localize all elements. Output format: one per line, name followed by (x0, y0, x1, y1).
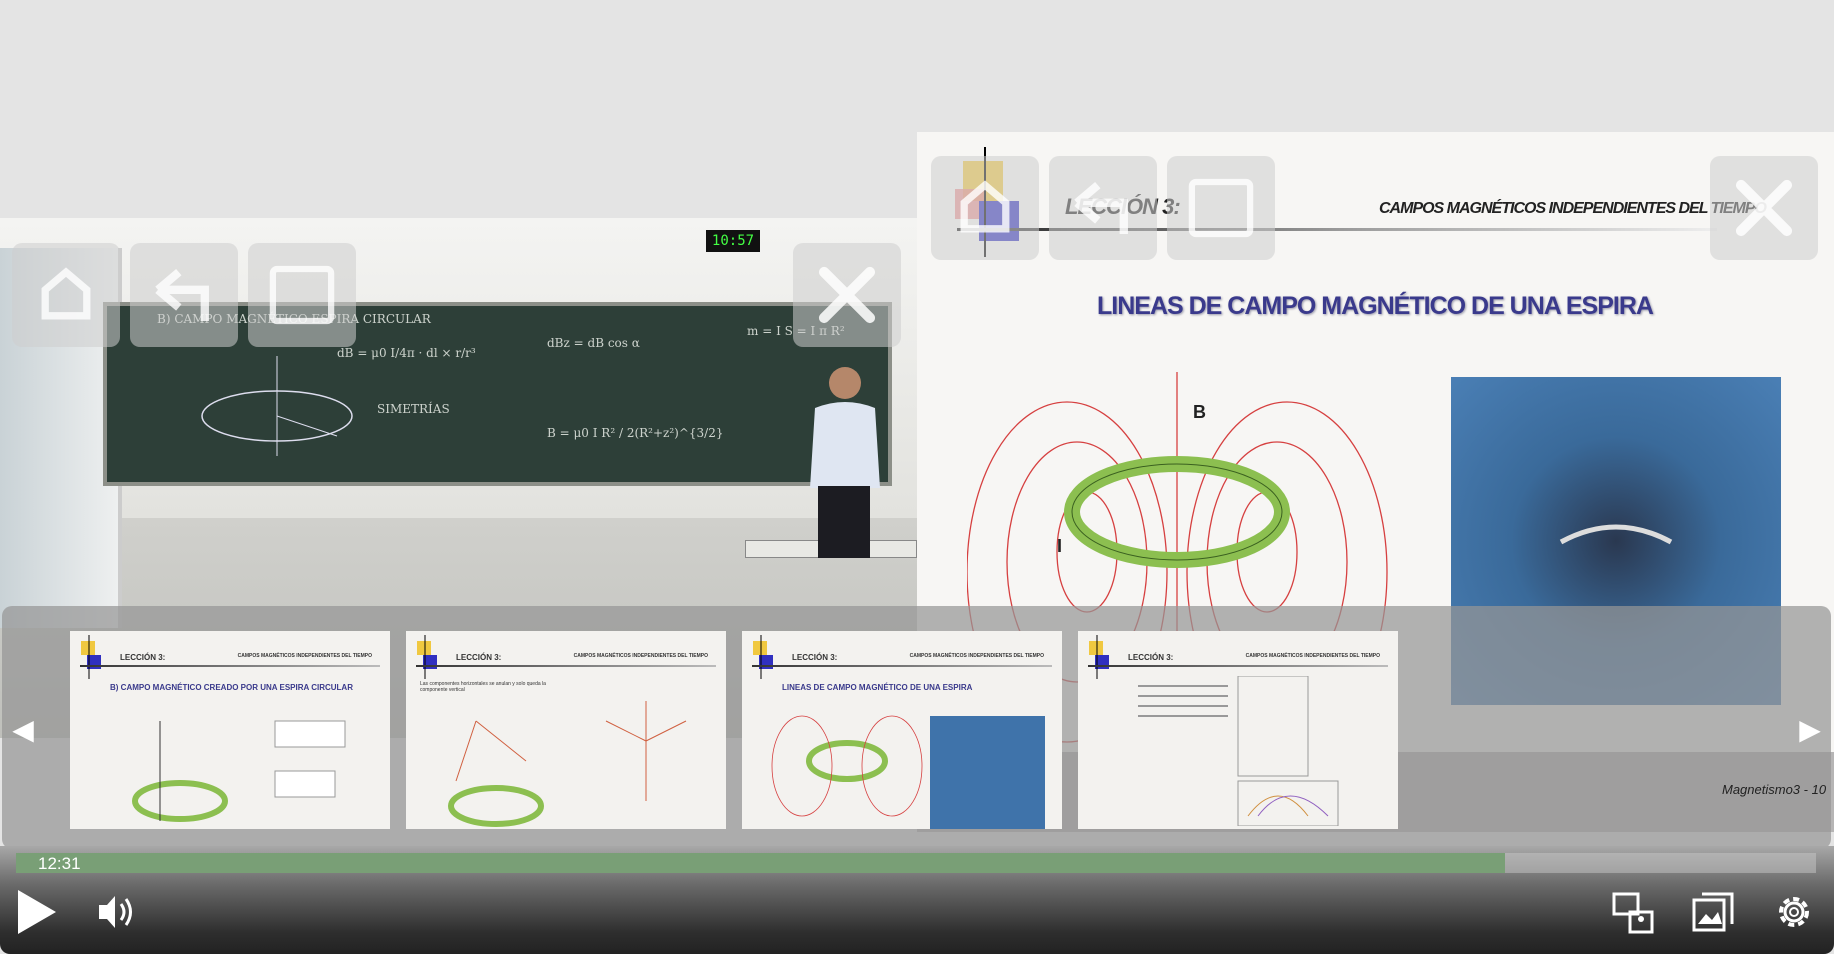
lecturer (810, 367, 880, 558)
thumb-lesson: LECCIÓN 3: (1128, 653, 1174, 662)
close-icon (1735, 179, 1793, 237)
slide-thumbnail[interactable]: LECCIÓN 3: CAMPOS MAGNÉTICOS INDEPENDIENT… (70, 631, 390, 829)
home-icon (41, 267, 91, 320)
home-icon (960, 180, 1010, 233)
layout-switch-icon (1612, 892, 1654, 934)
layout-switch-button[interactable] (1612, 890, 1656, 934)
chevron-left-icon: ◀ (12, 714, 34, 745)
board-text: SIMETRÍAS (377, 402, 450, 416)
back-overlay-button[interactable] (130, 243, 238, 347)
current-time: 12:31 (38, 854, 81, 873)
window-overlay-button[interactable] (1167, 156, 1275, 260)
gear-icon (1779, 897, 1809, 927)
thumb-lesson: LECCIÓN 3: (456, 653, 502, 662)
thumb-topic: CAMPOS MAGNÉTICOS INDEPENDIENTES DEL TIE… (573, 653, 708, 659)
thumb-lesson: LECCIÓN 3: (792, 653, 838, 662)
back-overlay-button[interactable] (1049, 156, 1157, 260)
thumb-diagram (1138, 676, 1339, 826)
close-overlay-button[interactable] (793, 243, 901, 347)
settings-button[interactable] (1772, 890, 1816, 934)
window-icon (1188, 178, 1254, 238)
chevron-right-icon: ▶ (1799, 714, 1821, 745)
slide-thumbnail-strip: ◀ ▶ LECCIÓN 3: CAMPOS MAGNÉTICOS INDEPEND… (2, 606, 1831, 849)
thumb-title: LINEAS DE CAMPO MAGNÉTICO DE UNA ESPIRA (782, 683, 973, 692)
slide-thumbnail[interactable]: LECCIÓN 3: CAMPOS MAGNÉTICOS INDEPENDIENT… (406, 631, 726, 829)
thumb-logo (1089, 635, 1109, 679)
thumb-diagram (448, 701, 687, 827)
window-icon (269, 265, 335, 325)
volume-icon (99, 896, 132, 928)
play-icon (18, 890, 56, 934)
board-text: dBz = dB cos α (547, 336, 640, 350)
thumb-diagram (132, 720, 346, 822)
back-arrow-icon (1074, 181, 1128, 234)
close-icon (818, 266, 876, 324)
thumb-topic: CAMPOS MAGNÉTICOS INDEPENDIENTES DEL TIE… (909, 653, 1044, 659)
slide-topic: CAMPOS MAGNÉTICOS INDEPENDIENTES DEL TIE… (1379, 200, 1767, 217)
board-drawing (201, 356, 353, 456)
thumb-logo (417, 635, 437, 679)
progress-bar[interactable]: 12:31 (16, 853, 1816, 873)
thumb-topic: CAMPOS MAGNÉTICOS INDEPENDIENTES DEL TIE… (237, 653, 372, 659)
back-arrow-icon (155, 268, 209, 321)
slide-thumbnail[interactable]: LECCIÓN 3: CAMPOS MAGNÉTICOS INDEPENDIENT… (742, 631, 1062, 829)
thumb-logo (81, 635, 101, 679)
home-overlay-button[interactable] (12, 243, 120, 347)
thumb-diagram (771, 715, 1045, 829)
thumb-logo (753, 635, 773, 679)
wall-clock: 10:57 (706, 230, 760, 252)
close-overlay-button[interactable] (1710, 156, 1818, 260)
thumb-lesson: LECCIÓN 3: (120, 653, 166, 662)
slide-thumbnail[interactable]: LECCIÓN 3: CAMPOS MAGNÉTICOS INDEPENDIENT… (1078, 631, 1398, 829)
window-overlay-button[interactable] (248, 243, 356, 347)
slide-page-number: Magnetismo3 - 10 (1722, 782, 1827, 797)
slide-title: LINEAS DE CAMPO MAGNÉTICO DE UNA ESPIRA (1097, 292, 1654, 320)
thumb-title: B) CAMPO MAGNÉTICO CREADO POR UNA ESPIRA… (110, 683, 353, 692)
thumb-topic: CAMPOS MAGNÉTICOS INDEPENDIENTES DEL TIE… (1245, 653, 1380, 659)
player-controls: 12:31 (0, 846, 1834, 954)
home-overlay-button[interactable] (931, 156, 1039, 260)
previous-slides-button[interactable]: ◀ (10, 710, 36, 750)
next-slides-button[interactable]: ▶ (1797, 710, 1823, 750)
play-button[interactable] (16, 890, 60, 934)
slides-button[interactable] (1692, 890, 1736, 934)
label-I: I (1057, 536, 1062, 556)
volume-button[interactable] (95, 890, 139, 934)
thumb-title: Las componentes horizontales se anulan y… (420, 681, 546, 693)
board-text: B = μ0 I R² / 2(R²+z²)^{3/2} (547, 426, 724, 440)
label-B: B (1193, 402, 1206, 422)
slides-icon (1692, 892, 1734, 932)
progress-fill (16, 853, 1505, 873)
